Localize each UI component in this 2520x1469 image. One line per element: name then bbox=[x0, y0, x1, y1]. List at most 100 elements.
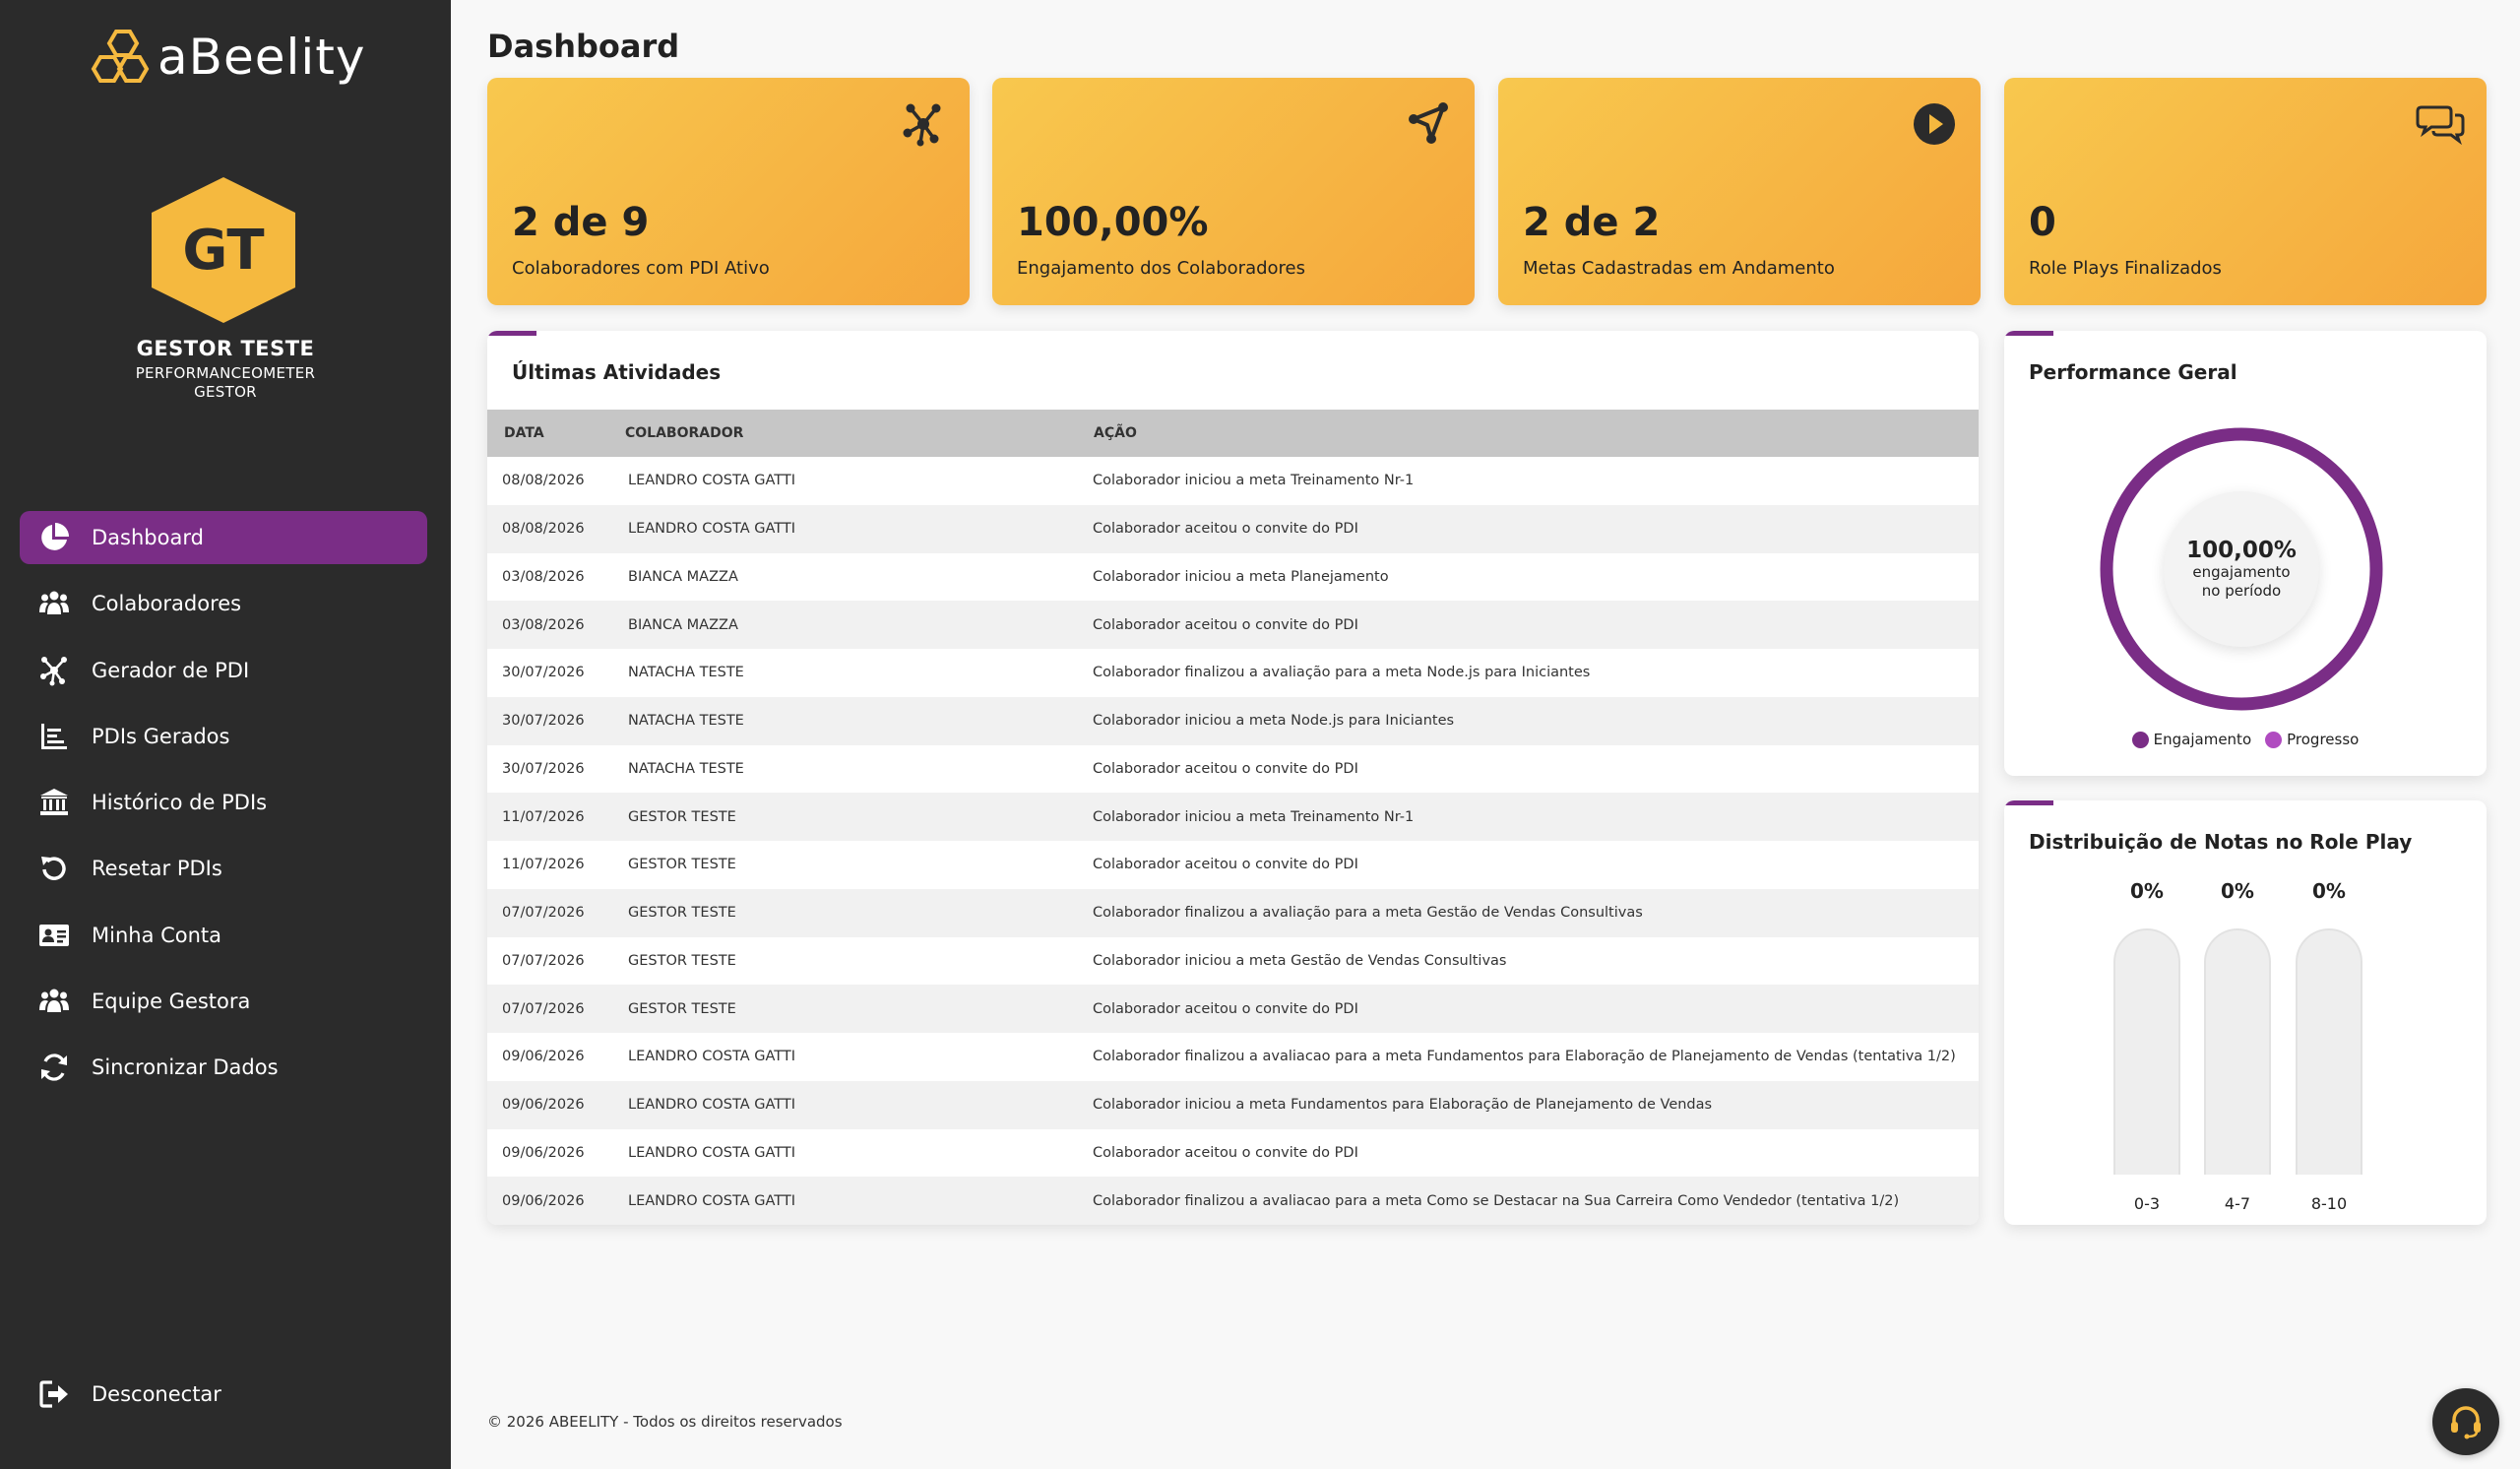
table-row[interactable]: 07/07/2026 GESTOR TESTE Colaborador inicio… bbox=[487, 937, 1979, 986]
footer-copyright: © 2026 ABEELITY - Todos os direitos rese… bbox=[487, 1413, 843, 1431]
column-header-date[interactable]: DATA bbox=[487, 425, 613, 441]
table-row[interactable]: 07/07/2026 GESTOR TESTE Colaborador finali… bbox=[487, 888, 1979, 937]
bar-chart-icon bbox=[36, 719, 72, 754]
legend-item-progresso[interactable]: Progresso bbox=[2265, 731, 2359, 748]
bar-category-label: 0-3 bbox=[2133, 1194, 2161, 1213]
bar-percent-label: 0% bbox=[2221, 879, 2254, 903]
table-row[interactable]: 07/07/2026 GESTOR TESTE Colaborador aceito… bbox=[487, 985, 1979, 1033]
cell-date: 03/08/2026 bbox=[502, 568, 585, 585]
reset-icon bbox=[36, 851, 72, 886]
sidebar-item-gerador-pdi[interactable]: Gerador de PDI bbox=[20, 644, 427, 697]
cell-collaborator: GESTOR TESTE bbox=[628, 952, 736, 969]
bar-track bbox=[2204, 928, 2271, 1175]
table-body: 08/08/2026 LEANDRO COSTA GATTI Colaborador… bbox=[487, 457, 1979, 1225]
table-row[interactable]: 09/06/2026 LEANDRO COSTA GATTI Colaborador… bbox=[487, 1080, 1979, 1129]
sidebar-item-label: PDIs Gerados bbox=[92, 724, 230, 748]
support-button[interactable] bbox=[2432, 1388, 2499, 1455]
panel-accent bbox=[2004, 800, 2053, 805]
cell-date: 11/07/2026 bbox=[502, 808, 585, 825]
table-row[interactable]: 09/06/2026 LEANDRO COSTA GATTI Colaborador… bbox=[487, 1177, 1979, 1225]
sidebar-item-label: Sincronizar Dados bbox=[92, 1055, 279, 1080]
logout-button[interactable]: Desconectar bbox=[20, 1368, 427, 1421]
legend-dot bbox=[2131, 731, 2149, 748]
table-row[interactable]: 09/06/2026 LEANDRO COSTA GATTI Colaborador… bbox=[487, 1129, 1979, 1178]
sidebar-item-resetar-pdis[interactable]: Resetar PDIs bbox=[20, 842, 427, 895]
sidebar-item-sincronizar-dados[interactable]: Sincronizar Dados bbox=[20, 1041, 427, 1094]
table-row[interactable]: 08/08/2026 LEANDRO COSTA GATTI Colaborador… bbox=[487, 504, 1979, 553]
column-header-action[interactable]: AÇÃO bbox=[1083, 425, 1979, 441]
table-row[interactable]: 11/07/2026 GESTOR TESTE Colaborador aceito… bbox=[487, 841, 1979, 889]
logout-label: Desconectar bbox=[92, 1382, 221, 1406]
cell-action: Colaborador aceitou o convite do PDI bbox=[1093, 1144, 1358, 1161]
cell-action: Colaborador finalizou a avaliacao para a… bbox=[1093, 1049, 1956, 1065]
table-row[interactable]: 03/08/2026 BIANCA MAZZA Colaborador inicio… bbox=[487, 553, 1979, 602]
table-row[interactable]: 30/07/2026 NATACHA TESTE Colaborador aceit… bbox=[487, 745, 1979, 794]
stat-card-role-plays: 0 Role Plays Finalizados bbox=[2004, 78, 2487, 305]
table-row[interactable]: 30/07/2026 NATACHA TESTE Colaborador final… bbox=[487, 649, 1979, 697]
roleplay-panel: Distribuição de Notas no Role Play 0% 0-… bbox=[2004, 800, 2487, 1225]
play-icon bbox=[1910, 99, 1959, 149]
stat-card-pdi-ativo: 2 de 9 Colaboradores com PDI Ativo bbox=[487, 78, 970, 305]
bar-category-label: 4-7 bbox=[2224, 1194, 2251, 1213]
cell-date: 09/06/2026 bbox=[502, 1192, 585, 1209]
pie-chart-icon bbox=[36, 520, 72, 555]
cell-action: Colaborador aceitou o convite do PDI bbox=[1093, 616, 1358, 633]
cell-action: Colaborador aceitou o convite do PDI bbox=[1093, 1000, 1358, 1017]
cell-collaborator: LEANDRO COSTA GATTI bbox=[628, 1097, 796, 1114]
cell-date: 08/08/2026 bbox=[502, 473, 585, 489]
cell-date: 11/07/2026 bbox=[502, 857, 585, 873]
legend-dot bbox=[2265, 731, 2283, 748]
cell-date: 09/06/2026 bbox=[502, 1097, 585, 1114]
cell-collaborator: LEANDRO COSTA GATTI bbox=[628, 473, 796, 489]
table-row[interactable]: 11/07/2026 GESTOR TESTE Colaborador inicio… bbox=[487, 793, 1979, 841]
table-row[interactable]: 30/07/2026 NATACHA TESTE Colaborador inici… bbox=[487, 696, 1979, 745]
cell-date: 30/07/2026 bbox=[502, 713, 585, 730]
honeycomb-logo-icon bbox=[91, 30, 150, 83]
headset-icon bbox=[2451, 1406, 2481, 1439]
sidebar-item-label: Histórico de PDIs bbox=[92, 791, 268, 815]
brand-name: aBeelity bbox=[158, 29, 366, 86]
stat-label: Role Plays Finalizados bbox=[2029, 258, 2222, 279]
cell-collaborator: NATACHA TESTE bbox=[628, 665, 744, 681]
cell-action: Colaborador iniciou a meta Treinamento N… bbox=[1093, 808, 1415, 825]
sidebar-item-equipe-gestora[interactable]: Equipe Gestora bbox=[20, 975, 427, 1028]
bar-category-label: 8-10 bbox=[2310, 1194, 2348, 1213]
sidebar-item-label: Minha Conta bbox=[92, 923, 222, 947]
donut-caption-line1: engajamento bbox=[2192, 563, 2291, 582]
user-role: GESTOR bbox=[194, 383, 257, 401]
id-card-icon bbox=[36, 918, 72, 953]
cell-collaborator: LEANDRO COSTA GATTI bbox=[628, 1049, 796, 1065]
avatar-initials: GT bbox=[182, 218, 265, 283]
sidebar: aBeelity GT GESTOR TESTE PERFORMANCEOMET… bbox=[0, 0, 451, 1469]
roleplay-title: Distribuição de Notas no Role Play bbox=[2029, 830, 2413, 854]
activities-title: Últimas Atividades bbox=[512, 360, 722, 384]
sidebar-item-colaboradores[interactable]: Colaboradores bbox=[20, 577, 427, 630]
brand-logo[interactable]: aBeelity bbox=[87, 26, 365, 89]
performance-legend: Engajamento Progresso bbox=[2004, 731, 2487, 748]
legend-item-engajamento[interactable]: Engajamento bbox=[2131, 731, 2251, 748]
activities-table: DATA COLABORADOR AÇÃO 08/08/2026 LEANDRO … bbox=[487, 410, 1979, 1225]
sidebar-item-pdis-gerados[interactable]: PDIs Gerados bbox=[20, 710, 427, 763]
stat-value: 100,00% bbox=[1017, 200, 1209, 245]
activities-panel: Últimas Atividades DATA COLABORADOR AÇÃO… bbox=[487, 331, 1979, 1225]
column-header-collaborator[interactable]: COLABORADOR bbox=[613, 425, 1083, 441]
sidebar-item-historico-pdis[interactable]: Histórico de PDIs bbox=[20, 776, 427, 829]
cell-collaborator: NATACHA TESTE bbox=[628, 760, 744, 777]
cell-collaborator: GESTOR TESTE bbox=[628, 905, 736, 922]
cell-action: Colaborador iniciou a meta Gestão de Ven… bbox=[1093, 952, 1507, 969]
sidebar-item-label: Gerador de PDI bbox=[92, 658, 250, 682]
sidebar-item-dashboard[interactable]: Dashboard bbox=[20, 511, 427, 564]
avatar: GT bbox=[148, 175, 299, 325]
sidebar-item-minha-conta[interactable]: Minha Conta bbox=[20, 909, 427, 962]
user-name: GESTOR TESTE bbox=[136, 337, 315, 360]
stat-card-engajamento: 100,00% Engajamento dos Colaboradores bbox=[992, 78, 1475, 305]
cell-date: 07/07/2026 bbox=[502, 905, 585, 922]
table-header: DATA COLABORADOR AÇÃO bbox=[487, 410, 1979, 457]
table-row[interactable]: 03/08/2026 BIANCA MAZZA Colaborador aceito… bbox=[487, 601, 1979, 649]
cell-collaborator: GESTOR TESTE bbox=[628, 808, 736, 825]
stat-card-metas: 2 de 2 Metas Cadastradas em Andamento bbox=[1498, 78, 1981, 305]
table-row[interactable]: 09/06/2026 LEANDRO COSTA GATTI Colaborador… bbox=[487, 1033, 1979, 1081]
cell-date: 30/07/2026 bbox=[502, 665, 585, 681]
panel-accent bbox=[487, 331, 536, 336]
table-row[interactable]: 08/08/2026 LEANDRO COSTA GATTI Colaborador… bbox=[487, 457, 1979, 505]
